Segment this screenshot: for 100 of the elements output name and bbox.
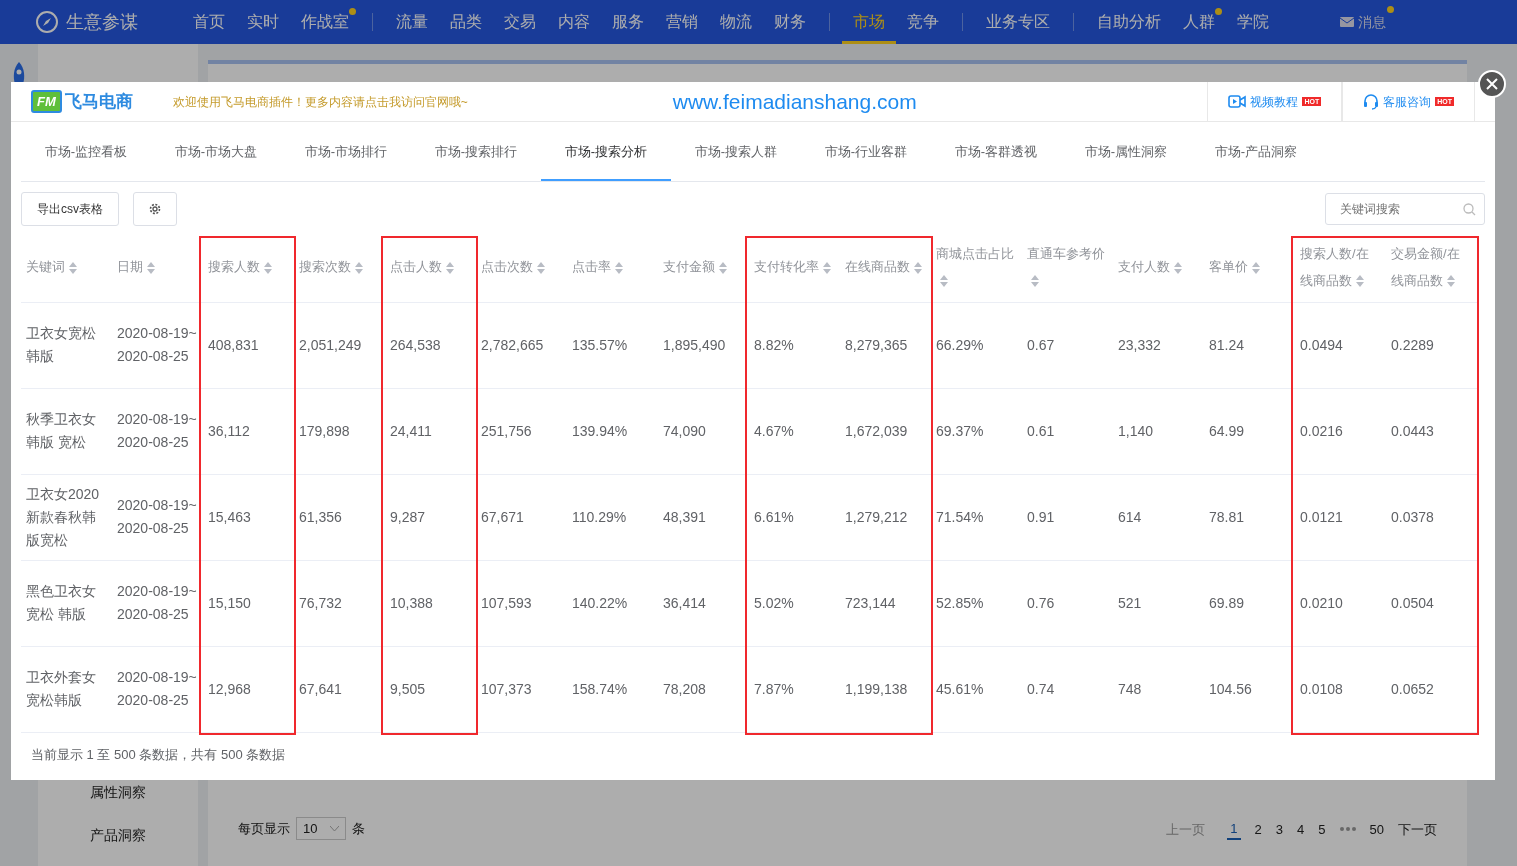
sort-icon[interactable] (940, 275, 948, 288)
column-header[interactable]: 支付金额 (658, 232, 749, 302)
column-header[interactable]: 日期 (112, 232, 203, 302)
column-header[interactable]: 点击率 (567, 232, 658, 302)
table-cell: 7.87% (749, 646, 840, 732)
table-cell: 0.0121 (1295, 474, 1386, 560)
page-link[interactable]: 5 (1318, 819, 1326, 839)
nav-item[interactable]: 自助分析 (1086, 0, 1172, 44)
sort-icon[interactable] (719, 261, 727, 274)
table-cell: 黑色卫衣女宽松 韩版 (21, 560, 112, 646)
column-header[interactable]: 搜索人数/在线商品数 (1295, 232, 1386, 302)
tab[interactable]: 市场-市场排行 (281, 122, 411, 181)
nav-item[interactable]: 品类 (439, 0, 493, 44)
table-cell: 5.02% (749, 560, 840, 646)
nav-item[interactable]: 交易 (493, 0, 547, 44)
sort-icon[interactable] (537, 261, 545, 274)
column-header[interactable]: 客单价 (1204, 232, 1295, 302)
compass-icon (36, 11, 58, 33)
nav-item[interactable]: 流量 (385, 0, 439, 44)
settings-button[interactable] (133, 192, 177, 226)
sort-icon[interactable] (1031, 275, 1039, 288)
page-link[interactable]: 3 (1275, 819, 1284, 839)
table-cell: 614 (1113, 474, 1204, 560)
sort-icon[interactable] (147, 261, 155, 274)
table-cell: 139.94% (567, 388, 658, 474)
sort-icon[interactable] (355, 261, 363, 274)
sort-icon[interactable] (1447, 275, 1455, 288)
table-cell: 45.61% (931, 646, 1022, 732)
tab[interactable]: 市场-搜索排行 (411, 122, 541, 181)
table-cell: 卫衣外套女宽松韩版 (21, 646, 112, 732)
tab[interactable]: 市场-属性洞察 (1061, 122, 1191, 181)
nav-item[interactable]: 市场 (842, 0, 896, 44)
sort-icon[interactable] (1174, 261, 1182, 274)
sort-icon[interactable] (914, 261, 922, 274)
tab[interactable]: 市场-搜索分析 (541, 122, 671, 181)
website-link[interactable]: www.feimadianshang.com (672, 85, 917, 118)
tab[interactable]: 市场-产品洞察 (1191, 122, 1321, 181)
table-cell: 107,593 (476, 560, 567, 646)
sidebar-item[interactable]: 属性洞察 (90, 782, 146, 803)
table-cell: 74,090 (658, 388, 749, 474)
export-csv-button[interactable]: 导出csv表格 (21, 192, 119, 226)
column-header[interactable]: 支付转化率 (749, 232, 840, 302)
tab[interactable]: 市场-行业客群 (801, 122, 931, 181)
nav-item[interactable]: 人群 (1172, 0, 1226, 44)
table-cell: 78.81 (1204, 474, 1295, 560)
nav-item[interactable]: 业务专区 (975, 0, 1061, 44)
table-cell: 0.0108 (1295, 646, 1386, 732)
close-button[interactable] (1478, 70, 1506, 98)
tab[interactable]: 市场-搜索人群 (671, 122, 801, 181)
column-header[interactable]: 关键词 (21, 232, 112, 302)
nav-item[interactable]: 服务 (601, 0, 655, 44)
sort-icon[interactable] (615, 261, 623, 274)
table-cell: 67,671 (476, 474, 567, 560)
link-label: 客服咨询 (1383, 93, 1432, 111)
table-cell: 0.0494 (1295, 302, 1386, 388)
sort-icon[interactable] (446, 261, 454, 274)
page-link[interactable]: 4 (1297, 819, 1305, 839)
column-header[interactable]: 直通车参考价 (1022, 232, 1113, 302)
page-size-select[interactable]: 10 (296, 816, 346, 840)
welcome-link[interactable]: 欢迎使用飞马电商插件！更多内容请点击我访问官网哦~ (172, 92, 673, 111)
page-link[interactable]: 50 (1369, 819, 1384, 839)
table-cell: 76,732 (294, 560, 385, 646)
nav-item[interactable]: 营销 (655, 0, 709, 44)
nav-item[interactable]: 物流 (709, 0, 763, 44)
next-page-link[interactable]: 下一页 (1398, 819, 1437, 839)
messages-link[interactable]: 消息 (1358, 11, 1386, 33)
table-cell: 158.74% (567, 646, 658, 732)
column-header[interactable]: 商城点击占比 (931, 232, 1022, 302)
nav-item[interactable]: 内容 (547, 0, 601, 44)
table-cell: 0.61 (1022, 388, 1113, 474)
nav-item[interactable]: 财务 (763, 0, 817, 44)
sort-icon[interactable] (1356, 275, 1364, 288)
page-size-unit: 条 (352, 819, 365, 838)
column-header[interactable]: 搜索次数 (294, 232, 385, 302)
search-field[interactable]: 关键词搜索 (1325, 193, 1485, 225)
sort-icon[interactable] (264, 261, 272, 274)
nav-item[interactable]: 学院 (1226, 0, 1280, 44)
sidebar-item[interactable]: 产品洞察 (90, 825, 146, 846)
tab[interactable]: 市场-监控看板 (21, 122, 151, 181)
search-icon (1463, 203, 1476, 216)
nav-item[interactable]: 作战室 (290, 0, 360, 44)
sort-icon[interactable] (823, 261, 831, 274)
nav-item[interactable]: 首页 (182, 0, 236, 44)
tab[interactable]: 市场-市场大盘 (151, 122, 281, 181)
column-header[interactable]: 支付人数 (1113, 232, 1204, 302)
table-cell: 110.29% (567, 474, 658, 560)
nav-item[interactable]: 竞争 (896, 0, 950, 44)
table-cell: 521 (1113, 560, 1204, 646)
sort-icon[interactable] (1252, 261, 1260, 274)
sort-icon[interactable] (69, 261, 77, 274)
page-link[interactable]: 1 (1227, 818, 1241, 840)
logo-mark: FM (31, 89, 62, 114)
notification-dot (349, 8, 356, 15)
column-header[interactable]: 点击次数 (476, 232, 567, 302)
tab[interactable]: 市场-客群透视 (931, 122, 1061, 181)
table-cell: 69.37% (931, 388, 1022, 474)
table-cell: 104.56 (1204, 646, 1295, 732)
nav-item[interactable]: 实时 (236, 0, 290, 44)
page-link[interactable]: 2 (1254, 819, 1262, 839)
table-cell: 135.57% (567, 302, 658, 388)
